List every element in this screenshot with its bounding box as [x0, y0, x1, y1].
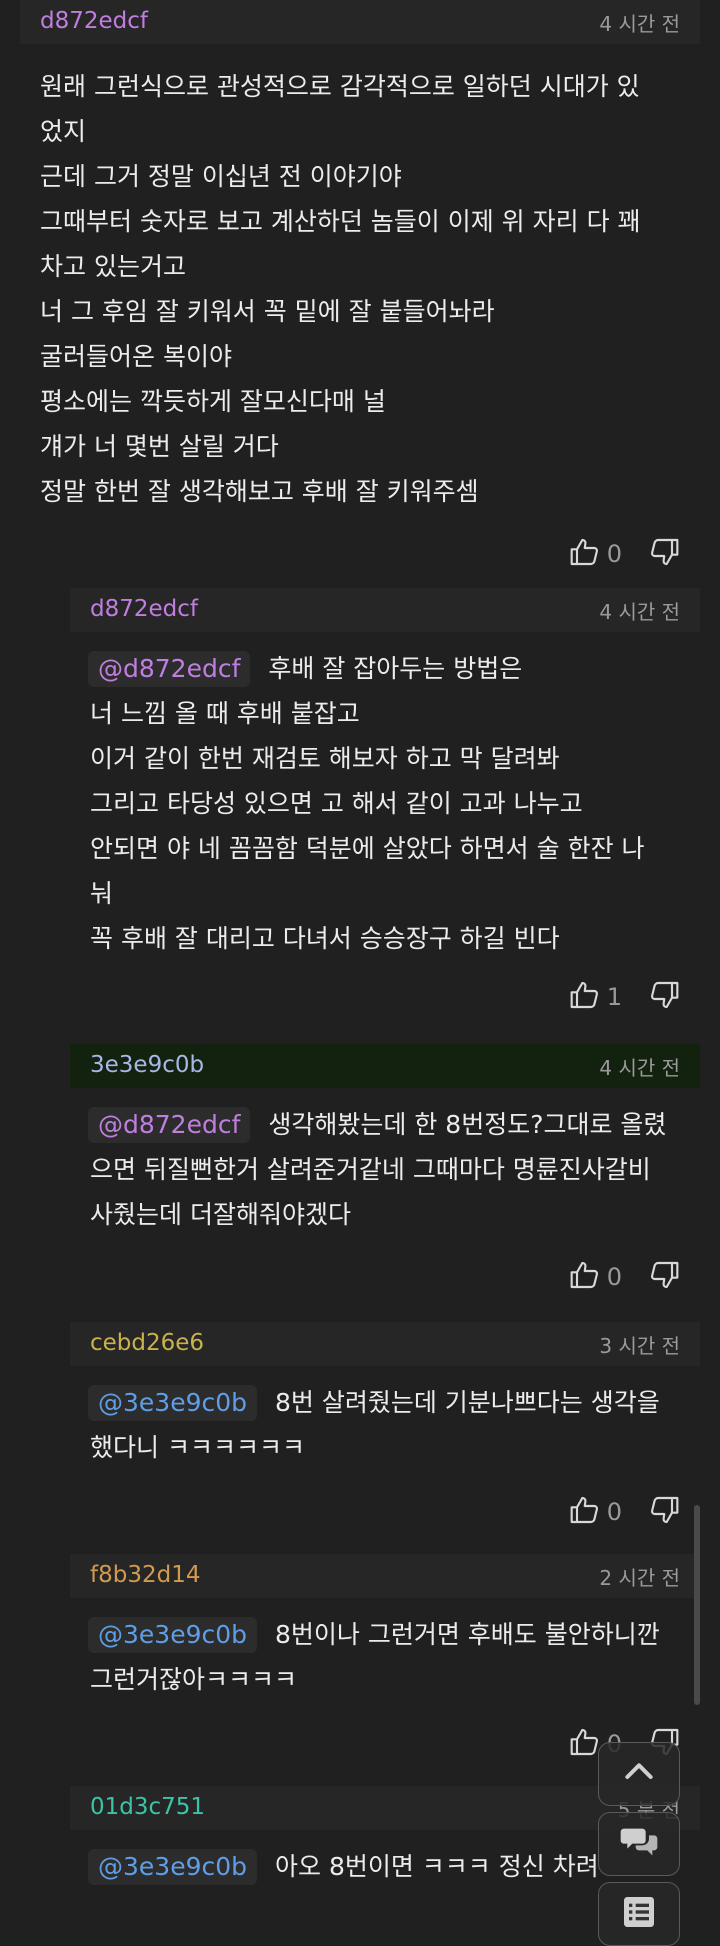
mention-tag[interactable]: @d872edcf: [88, 1107, 251, 1143]
mention-tag[interactable]: @3e3e9c0b: [88, 1385, 257, 1421]
dislike-button[interactable]: [648, 1494, 680, 1530]
comment-header: 3e3e9c0b 4 시간 전: [70, 1044, 700, 1088]
like-count: 0: [606, 1263, 622, 1291]
comment-username[interactable]: 01d3c751: [90, 1794, 205, 1820]
comment: d872edcf 4 시간 전 원래 그런식으로 관성적으로 감각적으로 일하던…: [20, 0, 700, 586]
comment-header: f8b32d14 2 시간 전: [70, 1554, 700, 1598]
comment-header: d872edcf 4 시간 전: [70, 588, 700, 632]
comment-line: 원래 그런식으로 관성적으로 감각적으로 일하던 시대가 있: [40, 72, 640, 101]
comment-line: @d872edcf 생각해봤는데 한 8번정도?그대로 올렸: [88, 1102, 680, 1147]
comment-line: 안되면 야 네 꼼꼼함 덕분에 살았다 하면서 술 한잔 나: [90, 834, 645, 863]
comment-line: 그때부터 숫자로 보고 계산하던 놈들이 이제 위 자리 다 꽤: [40, 207, 641, 236]
scrollbar[interactable]: [694, 1505, 700, 1705]
comment-line: 했다니 ㅋㅋㅋㅋㅋㅋ: [90, 1433, 305, 1462]
vote-bar: 0: [70, 1484, 700, 1544]
comment-time: 3 시간 전: [599, 1334, 680, 1358]
comment-text: 생각해봤는데 한 8번정도?그대로 올렸: [268, 1110, 667, 1139]
comment-line: 었지: [40, 117, 87, 146]
comment-line: 으면 뒤질뻔한거 살려준거같네 그때마다 명륜진사갈비: [90, 1155, 651, 1184]
comment-line: @3e3e9c0b 아오 8번이면 ㅋㅋㅋ 정신 차려: [88, 1844, 680, 1889]
comment-line: 근데 그거 정말 이십년 전 이야기야: [40, 162, 402, 191]
comment-line: 너 느낌 올 때 후배 붙잡고: [90, 699, 360, 728]
like-button[interactable]: 0: [569, 1494, 622, 1530]
comment-line: 그런거잖아ㅋㅋㅋㅋ: [90, 1665, 298, 1694]
mention-tag[interactable]: @3e3e9c0b: [88, 1849, 257, 1885]
thumbs-up-icon: [569, 979, 601, 1015]
reply-comment: d872edcf 4 시간 전 @d872edcf 후배 잘 잡아두는 방법은 너…: [70, 588, 700, 1029]
list-button[interactable]: [598, 1882, 680, 1946]
thumbs-up-icon: [569, 1726, 601, 1762]
comment-line: 차고 있는거고: [40, 252, 186, 281]
comment-line: 굴러들어온 복이야: [40, 342, 232, 371]
comment-body: 원래 그런식으로 관성적으로 감각적으로 일하던 시대가 있 었지 근데 그거 …: [20, 44, 700, 514]
like-count: 0: [606, 540, 622, 568]
like-count: 0: [606, 1498, 622, 1526]
comment-time: 4 시간 전: [599, 1056, 680, 1080]
thumbs-down-icon: [648, 1259, 680, 1295]
comment-body: @d872edcf 후배 잘 잡아두는 방법은 너 느낌 올 때 후배 붙잡고 이…: [70, 632, 700, 961]
comment-line: 눠: [90, 879, 114, 908]
thumbs-down-icon: [648, 536, 680, 572]
comment-line: 그리고 타당성 있으면 고 해서 같이 고과 나누고: [90, 789, 583, 818]
comment-text: 후배 잘 잡아두는 방법은: [268, 654, 523, 683]
dislike-button[interactable]: [648, 536, 680, 572]
comment-header: cebd26e6 3 시간 전: [70, 1322, 700, 1366]
thumbs-down-icon: [648, 1494, 680, 1530]
like-button[interactable]: 0: [569, 1259, 622, 1295]
comment-body: @3e3e9c0b 8번이나 그런거면 후배도 불안하니깐 그런거잖아ㅋㅋㅋㅋ: [70, 1598, 700, 1702]
thumbs-up-icon: [569, 536, 601, 572]
comment-time: 4 시간 전: [599, 600, 680, 624]
comment-line: 이거 같이 한번 재검토 해보자 하고 막 달려봐: [90, 744, 560, 773]
mention-tag[interactable]: @3e3e9c0b: [88, 1617, 257, 1653]
chevron-up-icon: [617, 1752, 661, 1796]
comment-text: 8번 살려줬는데 기분나쁘다는 생각을: [275, 1388, 660, 1417]
comment-line: @3e3e9c0b 8번이나 그런거면 후배도 불안하니깐: [88, 1612, 680, 1657]
mention-tag[interactable]: @d872edcf: [88, 651, 251, 687]
chat-bubbles-icon: [617, 1822, 661, 1866]
comment-username[interactable]: cebd26e6: [90, 1330, 204, 1356]
comment-username[interactable]: f8b32d14: [90, 1562, 200, 1588]
comment-line: 너 그 후임 잘 키워서 꼭 밑에 잘 붙들어놔라: [40, 297, 495, 326]
comments-button[interactable]: [598, 1812, 680, 1876]
reply-comment: cebd26e6 3 시간 전 @3e3e9c0b 8번 살려줬는데 기분나쁘다는…: [70, 1322, 700, 1544]
comment-username[interactable]: d872edcf: [40, 8, 148, 34]
vote-bar: 1: [70, 969, 700, 1029]
comment-line: 사줬는데 더잘해줘야겠다: [90, 1200, 351, 1229]
dislike-button[interactable]: [648, 979, 680, 1015]
comment-username[interactable]: d872edcf: [90, 596, 198, 622]
comment-time: 2 시간 전: [599, 1566, 680, 1590]
comment-time: 4 시간 전: [599, 12, 680, 36]
comment-line: 걔가 너 몇번 살릴 거다: [40, 432, 279, 461]
comment-line: 꼭 후배 잘 대리고 다녀서 승승장구 하길 빈다: [90, 924, 560, 953]
comment-text: 아오 8번이면 ㅋㅋㅋ 정신 차려: [275, 1852, 599, 1881]
comment-line: 평소에는 깍듯하게 잘모신다매 널: [40, 387, 386, 416]
like-count: 1: [606, 983, 622, 1011]
comment-line: @3e3e9c0b 8번 살려줬는데 기분나쁘다는 생각을: [88, 1380, 680, 1425]
comment-header: d872edcf 4 시간 전: [20, 0, 700, 44]
comment-line: 정말 한번 잘 생각해보고 후배 잘 키워주셈: [40, 477, 479, 506]
like-button[interactable]: 1: [569, 979, 622, 1015]
vote-bar: 0: [70, 1249, 700, 1309]
comment-body: @3e3e9c0b 8번 살려줬는데 기분나쁘다는 생각을 했다니 ㅋㅋㅋㅋㅋㅋ: [70, 1366, 700, 1470]
vote-bar: 0: [20, 526, 700, 586]
thumbs-up-icon: [569, 1259, 601, 1295]
comment-username[interactable]: 3e3e9c0b: [90, 1052, 204, 1078]
thumbs-up-icon: [569, 1494, 601, 1530]
scroll-top-button[interactable]: [598, 1742, 680, 1806]
comment-text: 8번이나 그런거면 후배도 불안하니깐: [275, 1620, 660, 1649]
reply-comment: 3e3e9c0b 4 시간 전 @d872edcf 생각해봤는데 한 8번정도?그…: [70, 1044, 700, 1309]
list-icon: [617, 1892, 661, 1936]
comment-line: @d872edcf 후배 잘 잡아두는 방법은: [88, 646, 680, 691]
like-button[interactable]: 0: [569, 536, 622, 572]
thumbs-down-icon: [648, 979, 680, 1015]
comment-body: @d872edcf 생각해봤는데 한 8번정도?그대로 올렸 으면 뒤질뻔한거 살…: [70, 1088, 700, 1237]
dislike-button[interactable]: [648, 1259, 680, 1295]
